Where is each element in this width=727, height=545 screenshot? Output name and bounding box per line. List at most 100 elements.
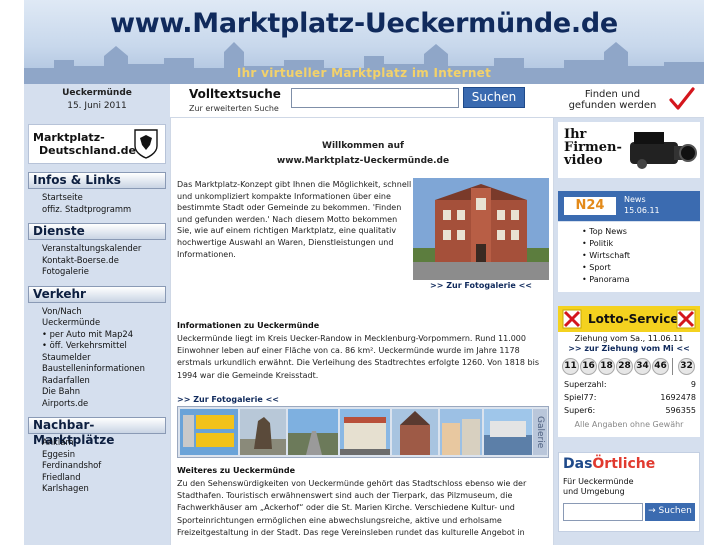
gallery-link[interactable]: >> Zur Fotogalerie << [177, 395, 279, 404]
lotto-draw-date: Ziehung vom Sa., 11.06.11 [574, 334, 684, 343]
gallery-thumb-church[interactable] [392, 409, 438, 455]
welcome-line-1: Willkommen auf [322, 141, 404, 151]
current-date: 15. Juni 2011 [67, 101, 127, 111]
lotto-separator [670, 358, 676, 375]
nav-link-kontakt-boerse[interactable]: Kontakt-Boerse.de [42, 255, 170, 267]
lotto-ball: 46 [652, 358, 669, 375]
checkmark-icon [669, 87, 695, 110]
lotto-results: Ziehung vom Sa., 11.06.11 >> zur Ziehung… [558, 332, 700, 437]
firmenvideo-ad[interactable]: Ihr Firmen- video [558, 122, 700, 178]
info-text: Ueckermünde liegt im Kreis Uecker-Randow… [177, 334, 540, 380]
super6-row: Super6: 596355 [564, 406, 696, 415]
lotto-ball: 28 [616, 358, 633, 375]
n24-link-top-news[interactable]: • Top News [582, 226, 700, 238]
nav-link-oeff-verkehr[interactable]: • öff. Verkehrsmittel [42, 340, 170, 352]
nav-link-staumelder[interactable]: Staumelder [42, 352, 170, 364]
lotto-ball: 16 [580, 358, 597, 375]
main-content: Willkommen auf www.Marktplatz-Ueckermünd… [170, 118, 554, 545]
town-name: Ueckermünde [62, 88, 132, 98]
nav-link-karlshagen[interactable]: Karlshagen [42, 483, 170, 495]
n24-link-sport[interactable]: • Sport [582, 262, 700, 274]
oertliche-sub-2: und Umgebung [563, 487, 625, 496]
oertliche-search-button[interactable]: → Suchen [645, 503, 695, 521]
infos-links-list: Startseite offiz. Stadtprogramm [24, 189, 170, 223]
search-input[interactable] [291, 88, 459, 108]
nav-link-eggesin[interactable]: Eggesin [42, 449, 170, 461]
nav-link-map24[interactable]: • per Auto mit Map24 [42, 329, 170, 341]
site-title: www.Marktplatz-Ueckermünde.de [110, 8, 618, 39]
photo-gallery-strip: Galerie [177, 406, 549, 458]
verkehr-list: Von/Nach Ueckermünde • per Auto mit Map2… [24, 303, 170, 418]
lotto-cross-icon [562, 309, 582, 329]
n24-link-wirtschaft[interactable]: • Wirtschaft [582, 250, 700, 262]
nav-link-stadtprogramm[interactable]: offiz. Stadtprogramm [42, 204, 170, 216]
photo-gallery-link[interactable]: >> Zur Fotogalerie << [413, 281, 549, 290]
search-bar: Ueckermünde 15. Juni 2011 Volltextsuche … [24, 84, 704, 118]
section-infos-links: Infos & Links [28, 172, 166, 189]
lotto-ball: 11 [562, 358, 579, 375]
nav-link-fotogalerie[interactable]: Fotogalerie [42, 266, 170, 278]
gallery-thumb-street[interactable] [288, 409, 338, 455]
verkehr-label-von-nach: Von/Nach [42, 305, 82, 316]
advanced-search-link[interactable]: Zur erweiterten Suche [189, 104, 279, 113]
lotto-ball: 34 [634, 358, 651, 375]
found-line-1: Finden und [584, 89, 641, 100]
section-verkehr: Verkehr [28, 285, 166, 303]
dienste-list: Veranstaltungskalender Kontakt-Boerse.de… [24, 240, 170, 286]
n24-news-label: News [624, 195, 646, 204]
das-oertliche-logo[interactable]: DasÖrtliche [563, 456, 655, 472]
section-nachbar-marktplaetze: Nachbar-Marktplätze [28, 417, 166, 447]
intro-text: Das Marktplatz-Konzept gibt Ihnen die Mö… [177, 180, 412, 259]
n24-news-box[interactable]: N24 News 15.06.11 [558, 191, 700, 221]
nav-link-baustellen[interactable]: Baustelleninformationen [42, 363, 170, 375]
n24-category-list: • Top News • Politik • Wirtschaft • Spor… [558, 222, 700, 292]
spiel77-row: Spiel77: 1692478 [564, 393, 696, 402]
super6-label: Super6: [564, 406, 596, 415]
header-banner: www.Marktplatz-Ueckermünde.de Ihr virtue… [24, 0, 704, 84]
town-hall-photo[interactable] [413, 178, 549, 280]
logo-line-2: Deutschland.de [39, 144, 136, 157]
gallery-thumb-houses[interactable] [440, 409, 482, 455]
n24-date: 15.06.11 [624, 206, 660, 215]
lotto-title: Lotto-Service [588, 312, 679, 326]
oertliche-search-input[interactable] [563, 503, 643, 521]
lotto-zusatzzahl-ball: 32 [678, 358, 695, 375]
search-button[interactable]: Suchen [463, 87, 525, 108]
nav-link-radarfallen[interactable]: Radarfallen [42, 375, 170, 387]
n24-link-politik[interactable]: • Politik [582, 238, 700, 250]
gallery-thumb-building[interactable] [340, 409, 390, 455]
nav-link-ferdinandshof[interactable]: Ferdinandshof [42, 460, 170, 472]
nav-link-airports[interactable]: Airports.de [42, 398, 170, 410]
lotto-number-balls: 11 16 18 28 34 46 32 [562, 358, 698, 376]
n24-link-panorama[interactable]: • Panorama [582, 274, 700, 286]
site-slogan: Ihr virtueller Marktplatz im Internet [236, 66, 492, 80]
superzahl-row: Superzahl: 9 [564, 380, 696, 389]
nav-link-friedland[interactable]: Friedland [42, 472, 170, 484]
lotto-service-header[interactable]: Lotto-Service [558, 306, 700, 332]
gallery-thumb-signs[interactable] [180, 409, 238, 455]
das-oertliche-search-box: DasÖrtliche Für Ueckermünde und Umgebung… [558, 452, 700, 532]
nav-link-startseite[interactable]: Startseite [42, 192, 170, 204]
n24-header: News 15.06.11 [624, 194, 660, 216]
welcome-heading: Willkommen auf www.Marktplatz-Ueckermünd… [171, 139, 555, 169]
info-heading: Informationen zu Ueckermünde [177, 321, 320, 330]
left-sidebar: Marktplatz- Deutschland.de Infos & Links… [24, 118, 170, 545]
marktplatz-deutschland-logo[interactable]: Marktplatz- Deutschland.de [28, 124, 166, 164]
verkehr-label-town: Ueckermünde [42, 317, 101, 327]
video-camera-icon [630, 132, 697, 169]
gallery-label[interactable]: Galerie [533, 409, 547, 455]
superzahl-label: Superzahl: [564, 380, 607, 389]
n24-logo: N24 [564, 197, 616, 215]
oertliche-logo-b: Örtliche [592, 456, 656, 472]
finden-gefunden-slogan: Finden und gefunden werden [565, 89, 660, 111]
welcome-line-2: www.Marktplatz-Ueckermünde.de [276, 156, 450, 166]
nav-link-veranstaltungskalender[interactable]: Veranstaltungskalender [42, 243, 170, 255]
gallery-thumb-statue[interactable] [240, 409, 286, 455]
lotto-ball: 18 [598, 358, 615, 375]
more-heading: Weiteres zu Ueckermünde [177, 466, 296, 475]
spiel77-label: Spiel77: [564, 393, 597, 402]
nav-link-die-bahn[interactable]: Die Bahn [42, 386, 170, 398]
super6-value: 596355 [665, 406, 696, 415]
lotto-next-draw-link[interactable]: >> zur Ziehung vom Mi << [558, 343, 700, 353]
gallery-thumb-waterfront[interactable] [484, 409, 532, 455]
